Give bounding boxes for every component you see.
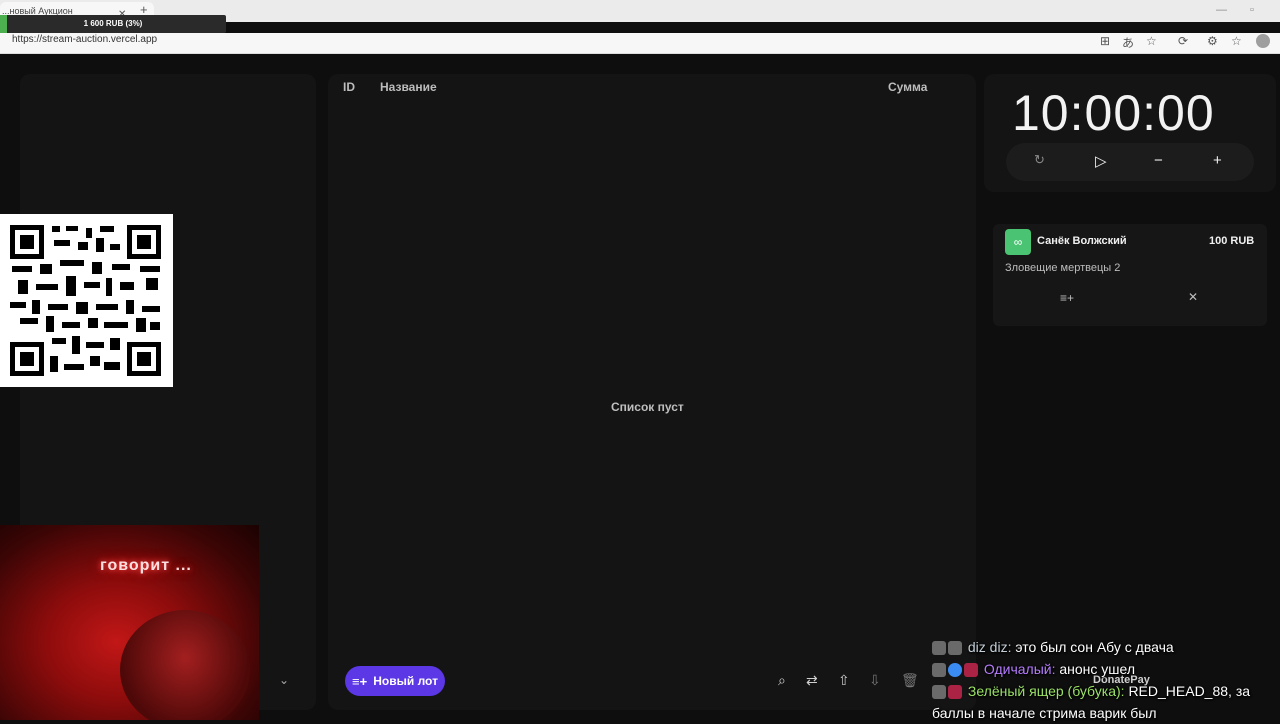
user-badge-icon — [932, 685, 946, 700]
chat-username: Зелёный ящер (бубука): — [967, 683, 1125, 699]
chat-text: это был сон Абу с двача — [1015, 639, 1174, 655]
play-icon[interactable]: ▷ — [1095, 152, 1107, 170]
donation-goal-bar: 1 600 RUB (3%) — [0, 15, 226, 33]
download-icon[interactable]: ⇩ — [869, 672, 881, 689]
qr-code — [0, 214, 173, 387]
lots-panel — [328, 74, 976, 710]
column-header-id[interactable]: ID — [343, 80, 355, 94]
streamer-silhouette — [120, 610, 250, 720]
user-badge-icon — [932, 641, 946, 656]
empty-list-message: Список пуст — [611, 400, 684, 414]
user-badge-icon — [948, 685, 962, 700]
close-icon[interactable]: ✕ — [1188, 290, 1198, 304]
chat-message: diz diz: это был сон Абу с двача — [932, 636, 1278, 658]
chat-username: diz diz: — [967, 639, 1012, 655]
donation-message: Зловещие мертвецы 2 — [1005, 262, 1121, 274]
chat-overlay: diz diz: это был сон Абу с двача Одичалы… — [932, 636, 1278, 724]
chat-username: Одичалый: — [983, 661, 1056, 677]
playlist-add-icon: ≡+ — [352, 673, 368, 689]
favorites-icon[interactable]: ☆ — [1231, 34, 1242, 48]
shuffle-icon[interactable]: ⇄ — [806, 672, 818, 689]
column-header-name[interactable]: Название — [380, 80, 437, 94]
donation-amount: 100 RUB — [1209, 235, 1255, 247]
new-lot-button[interactable]: ≡+ Новый лот — [345, 666, 445, 696]
refresh-icon[interactable]: ⟳ — [1178, 34, 1188, 48]
donor-name: Санёк Волжский — [1037, 235, 1127, 247]
donation-source-icon: ∞ — [1005, 229, 1031, 255]
add-to-list-icon[interactable]: ≡+ — [1060, 291, 1074, 305]
user-badge-icon — [948, 641, 962, 656]
chat-message: Зелёный ящер (бубука): RED_HEAD_88, за б… — [932, 680, 1278, 724]
reset-timer-icon[interactable]: ↻ — [1034, 152, 1045, 168]
address-bar[interactable]: https://stream-auction.vercel.app ⊞ あ ☆ … — [0, 33, 1280, 54]
star-icon[interactable]: ☆ — [1146, 34, 1157, 48]
url-text[interactable]: https://stream-auction.vercel.app — [12, 34, 157, 45]
minimize-icon[interactable]: — — [1216, 4, 1227, 16]
extension-icon[interactable]: ⚙ — [1207, 34, 1218, 48]
chat-message: Одичалый: анонс ушел — [932, 658, 1278, 680]
column-header-sum[interactable]: Сумма — [888, 80, 927, 94]
profile-avatar[interactable] — [1256, 34, 1270, 48]
goal-text: 1 600 RUB (3%) — [83, 19, 143, 28]
chat-text: анонс ушел — [1059, 661, 1136, 677]
search-icon[interactable]: ⌕ — [778, 672, 786, 689]
new-lot-label: Новый лот — [373, 674, 438, 688]
translate-icon[interactable]: あ — [1122, 34, 1134, 51]
webcam-overlay: говорит ... — [0, 525, 259, 720]
timer-display: 10:00:00 — [1012, 85, 1215, 141]
upload-icon[interactable]: ⇧ — [838, 672, 850, 689]
user-badge-icon — [948, 663, 962, 678]
chevron-down-icon[interactable]: ⌄ — [279, 673, 289, 687]
trash-icon[interactable]: 🗑 — [901, 672, 919, 689]
minus-icon[interactable]: − — [1154, 152, 1163, 169]
user-badge-icon — [964, 663, 978, 678]
maximize-icon[interactable]: ▫ — [1250, 4, 1254, 16]
user-badge-icon — [932, 663, 946, 678]
plus-icon[interactable]: + — [1213, 152, 1222, 169]
apps-icon[interactable]: ⊞ — [1100, 34, 1110, 48]
neon-sign: говорит ... — [100, 557, 192, 574]
